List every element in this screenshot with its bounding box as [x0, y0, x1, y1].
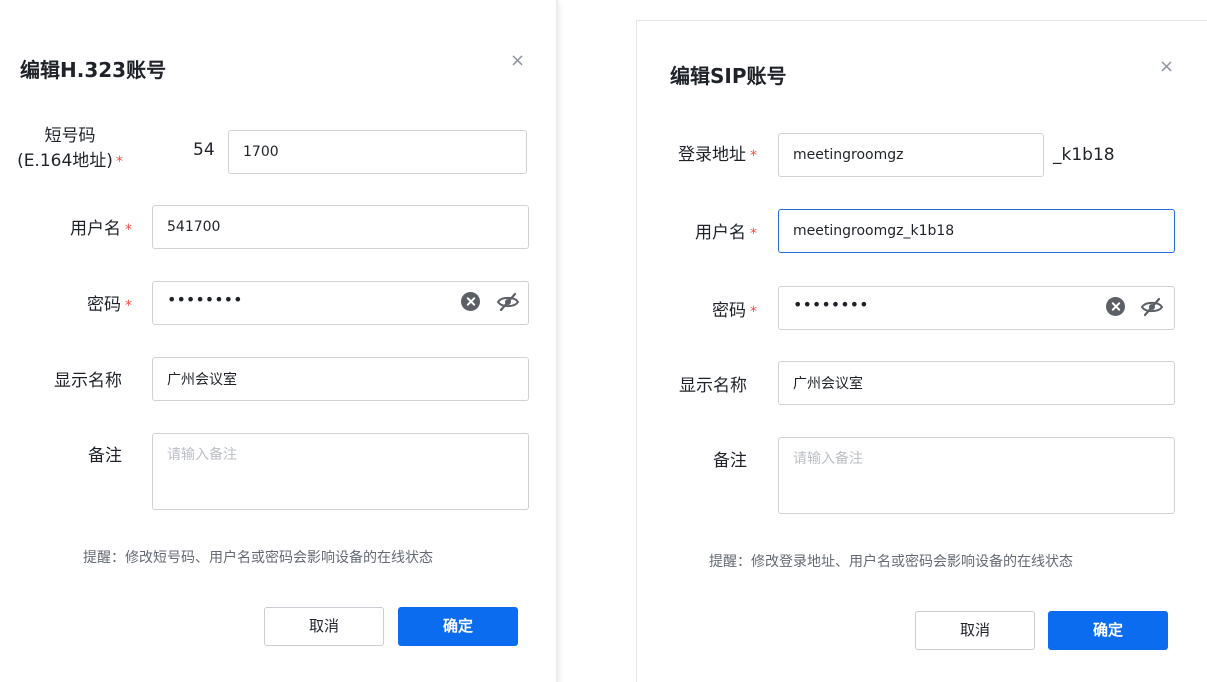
e164-label-line2: (E.164地址): [17, 151, 113, 171]
close-icon[interactable]: ×: [1159, 58, 1174, 76]
password-label: 密码 *: [712, 301, 757, 321]
cancel-button[interactable]: 取消: [915, 611, 1035, 650]
required-mark: *: [125, 298, 132, 314]
confirm-button[interactable]: 确定: [398, 607, 518, 646]
password-mask: ••••••••: [167, 290, 243, 309]
username-input[interactable]: [778, 209, 1175, 253]
cancel-button[interactable]: 取消: [264, 607, 384, 646]
login-address-label: 登录地址 *: [678, 145, 757, 165]
display-name-input[interactable]: [152, 357, 529, 401]
warning-hint: 提醒：修改短号码、用户名或密码会影响设备的在线状态: [83, 550, 433, 566]
edit-sip-dialog: 编辑SIP账号 × 登录地址* _k1b18 用户名* 密码* ••••••••…: [636, 20, 1207, 682]
display-name-label: 显示名称: [679, 376, 747, 396]
e164-input[interactable]: [228, 130, 527, 174]
warning-hint: 提醒：修改登录地址、用户名或密码会影响设备的在线状态: [709, 554, 1073, 570]
clear-circle-icon[interactable]: [461, 292, 480, 311]
note-textarea[interactable]: [778, 437, 1175, 514]
required-mark: *: [750, 304, 757, 320]
username-label: 用户名 *: [695, 223, 757, 243]
password-input[interactable]: ••••••••: [152, 281, 529, 325]
password-label: 密码 *: [87, 295, 132, 315]
required-mark: *: [750, 148, 757, 164]
eye-off-icon[interactable]: [1140, 295, 1164, 319]
password-mask: ••••••••: [793, 295, 869, 314]
e164-prefix: 54: [193, 140, 215, 160]
username-input[interactable]: [152, 205, 529, 249]
confirm-button[interactable]: 确定: [1048, 611, 1168, 650]
close-icon[interactable]: ×: [510, 52, 525, 70]
required-mark: *: [115, 154, 123, 170]
login-address-suffix: _k1b18: [1053, 145, 1115, 165]
e164-label: 短号码 (E.164地址) *: [10, 124, 130, 175]
edit-h323-dialog: 编辑H.323账号 × 短号码 (E.164地址)* 54 用户名* 密码* •…: [0, 0, 558, 682]
login-address-input[interactable]: [778, 133, 1044, 177]
dialog-title: 编辑H.323账号: [20, 58, 167, 82]
dialog-title: 编辑SIP账号: [670, 64, 787, 88]
eye-off-icon[interactable]: [496, 290, 520, 314]
note-textarea[interactable]: [152, 433, 529, 510]
username-label: 用户名 *: [70, 219, 132, 239]
display-name-input[interactable]: [778, 361, 1175, 405]
password-input[interactable]: ••••••••: [778, 286, 1175, 330]
display-name-label: 显示名称: [54, 371, 122, 391]
required-mark: *: [125, 222, 132, 238]
clear-circle-icon[interactable]: [1106, 297, 1125, 316]
note-label: 备注: [88, 446, 122, 466]
note-label: 备注: [713, 451, 747, 471]
e164-label-line1: 短号码: [44, 126, 96, 146]
required-mark: *: [750, 226, 757, 242]
